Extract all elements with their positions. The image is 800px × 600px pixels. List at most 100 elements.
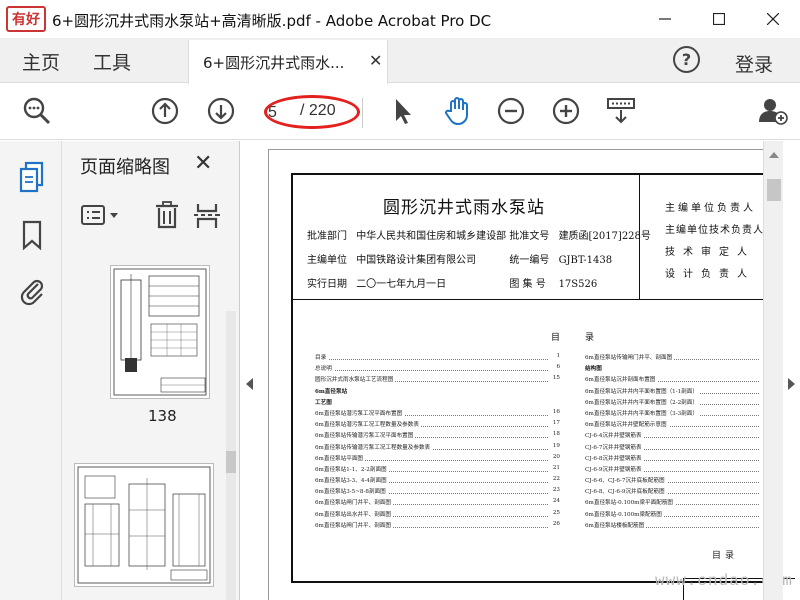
- select-cursor-icon[interactable]: [388, 96, 418, 126]
- toc-entry-page: 25: [550, 509, 560, 516]
- toolbar-separator: [362, 98, 363, 128]
- toc-entry: 6m直径泵站潜污泵工况平面布置图 16: [315, 408, 560, 420]
- document-view[interactable]: 圆形沉井式雨水泵站 批准部门 中华人民共和国住房和城乡建设部 批准文号 建质函[…: [263, 141, 795, 600]
- toc-leader-dots: [315, 370, 548, 372]
- options-menu-icon: [81, 205, 118, 225]
- zoom-in-icon[interactable]: [551, 96, 581, 126]
- toc-leader-dots: [315, 359, 548, 360]
- toc-entry: 6m直径泵站传输潜污泵工况工程数量及参数表 19: [315, 442, 560, 454]
- scroll-mode-icon[interactable]: [606, 96, 636, 126]
- title-bar: 有好 6+圆形沉井式雨水泵站+高清晰版.pdf - Adobe Acrobat …: [0, 0, 800, 38]
- toc-entry: 6m直径泵站沉井井内平面布置图（1-1剖面）: [585, 387, 771, 398]
- login-button[interactable]: 登录: [735, 50, 773, 77]
- toc-entry-title: CJ-6-9沉井井壁钢筋表: [585, 466, 644, 473]
- delete-page-button[interactable]: [152, 199, 182, 231]
- toc-entry-title: 6m直径泵站-0.100m梁配筋图: [585, 511, 664, 518]
- toc-entry-title: 工艺图: [315, 399, 334, 406]
- close-panel-button[interactable]: ✕: [194, 151, 212, 176]
- toc-entry-title: 6m直径泵站传输闸门井平、剖面图: [585, 355, 675, 361]
- toc-heading-right: 录: [585, 333, 595, 343]
- tab-document[interactable]: 6+圆形沉井式雨水... ✕: [188, 40, 388, 84]
- attachment-icon[interactable]: [18, 275, 46, 307]
- collapse-panel-arrow-icon[interactable]: [246, 378, 253, 390]
- next-page-icon[interactable]: [206, 96, 236, 126]
- toc-entry: 结构图: [585, 364, 771, 375]
- panel-title: 页面缩略图: [80, 157, 170, 178]
- toc-entry-page: 1: [554, 353, 560, 359]
- toc-entry: 总说明 6: [315, 364, 560, 375]
- toc-entry: 6m直径泵站平面图 20: [315, 453, 560, 465]
- page-thumbnails-icon[interactable]: [18, 161, 46, 193]
- trash-icon: [156, 201, 178, 229]
- meta-row: 批准部门 中华人民共和国住房和城乡建设部 批准文号 建质函[2017]228号: [307, 231, 651, 242]
- responsibility-row: 技术审定人: [665, 247, 755, 258]
- toc-entry: 圆形沉井式雨水泵站工艺流程图 15: [315, 375, 560, 386]
- maximize-icon: [713, 13, 725, 25]
- responsibility-row: 主编单位负责人: [665, 203, 756, 214]
- close-window-button[interactable]: [746, 0, 800, 38]
- toc-entry: CJ-6-4沉井井壁钢筋表: [585, 431, 771, 442]
- split-page-icon: [194, 204, 220, 228]
- thumbnail-options-button[interactable]: [80, 199, 124, 231]
- close-icon: [767, 13, 779, 25]
- toc-entry-title: 6m直径泵站传输潜污泵工况平面布置图: [315, 433, 416, 440]
- toc-entry: 6m直径泵站传输闸门井平、剖面图: [585, 353, 771, 364]
- search-zoom-icon[interactable]: [22, 96, 52, 126]
- close-tab-button[interactable]: ✕: [369, 51, 382, 70]
- toc-entry-page: 17: [550, 420, 560, 427]
- document-scrollbar-thumb[interactable]: [767, 179, 781, 201]
- prev-page-icon[interactable]: [150, 96, 180, 126]
- hand-tool-icon[interactable]: [442, 96, 472, 126]
- window-title: 6+圆形沉井式雨水泵站+高清晰版.pdf - Adobe Acrobat Pro…: [52, 12, 492, 30]
- document-scrollbar[interactable]: [763, 141, 783, 600]
- scroll-up-arrow-icon[interactable]: [769, 152, 779, 158]
- tab-home[interactable]: 主页: [22, 48, 60, 75]
- responsibility-row: 设计负责人: [665, 269, 755, 280]
- toc-entry-title: 6m直径泵站-0.100m梁平面配筋图: [585, 500, 676, 507]
- toc-entry: CJ-6-6、CJ-6-7沉井底板配筋图: [585, 476, 771, 487]
- toc-entry-page: 26: [550, 520, 560, 527]
- document-title: 圆形沉井式雨水泵站: [383, 198, 545, 218]
- page-thumbnail-next[interactable]: [74, 463, 214, 587]
- thumbnail-scrollbar[interactable]: [226, 311, 236, 600]
- toc-entry: 6m直径泵站沉井井内平面布置图（3-3剖面）: [585, 409, 771, 420]
- toc-entry-page: 19: [550, 442, 560, 449]
- meta-row: 主编单位 中国铁路设计集团有限公司 统一编号 GJBT-1438: [307, 255, 613, 266]
- thumbnail-scrollbar-thumb[interactable]: [226, 451, 236, 473]
- toc-entry: 6m直径泵站沉井剖面布置图: [585, 375, 771, 386]
- toc-left-column: 目录 1 总说明 6 圆形沉井式雨水泵站工艺流程图 15 6m直径泵站 工艺图 6m直径泵站潜污…: [315, 353, 560, 532]
- toc-entry-title: 结构图: [585, 366, 604, 373]
- toc-heading-left: 目: [551, 333, 561, 343]
- toc-entry: 6m直径泵站沉井井壁配筋示意图: [585, 420, 771, 431]
- toc-entry-page: 16: [550, 408, 560, 415]
- toc-entry-title: 6m直径泵站: [315, 388, 350, 395]
- toc-entry-title: 6m直径泵站沉井井内平面布置图（2-2剖面）: [585, 399, 700, 406]
- toc-entry-page: 6: [554, 364, 560, 371]
- help-icon[interactable]: ?: [673, 46, 700, 73]
- share-user-icon[interactable]: [758, 96, 788, 126]
- toc-entry: CJ-6-9沉井井壁钢筋表: [585, 465, 771, 476]
- page-thumbnail-138[interactable]: [110, 265, 210, 399]
- toc-entry-page: 18: [550, 431, 560, 438]
- document-tab-label: 6+圆形沉井式雨水...: [203, 54, 345, 72]
- tab-tools[interactable]: 工具: [93, 48, 131, 75]
- split-page-button[interactable]: [192, 199, 222, 231]
- toc-entry-page: 15: [550, 375, 560, 382]
- toc-entry-page: 24: [550, 498, 560, 505]
- toc-entry-title: 6m直径泵站闸门井平、剖面图: [315, 500, 393, 507]
- toc-entry-page: 21: [550, 464, 560, 471]
- expand-right-panel-arrow-icon[interactable]: [788, 378, 795, 390]
- bookmark-icon[interactable]: [18, 219, 46, 251]
- toc-entry: 6m直径泵站传输潜污泵工况平面布置图 18: [315, 431, 560, 442]
- maximize-button[interactable]: [692, 0, 746, 38]
- toc-entry: 6m直径泵站1-1、2-2剖面图 21: [315, 464, 560, 476]
- toc-entry-title: 6m直径泵站传输潜污泵工况工程数量及参数表: [315, 444, 433, 451]
- zoom-out-icon[interactable]: [496, 96, 526, 126]
- toc-entry-title: 圆形沉井式雨水泵站工艺流程图: [315, 377, 396, 384]
- toc-entry-title: 6m直径泵站3-5~8-8剖面图: [315, 489, 388, 496]
- toc-entry-title: CJ-6-4沉井井壁钢筋表: [585, 433, 644, 440]
- minimize-button[interactable]: [638, 0, 692, 38]
- toc-entry: 6m直径泵站潜污泵工况工程数量及参数表 17: [315, 420, 560, 431]
- toc-entry: 6m直径泵站3-5~8-8剖面图 23: [315, 487, 560, 498]
- toc-entry-title: CJ-6-8、CJ-6-9沉井底板配筋图: [585, 489, 667, 496]
